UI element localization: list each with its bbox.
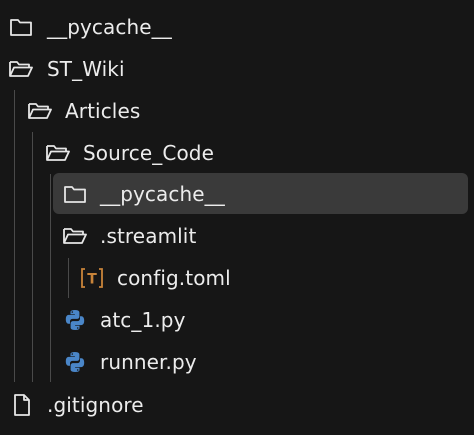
tree-item-articles[interactable]: Articles: [0, 90, 474, 132]
folder-open-icon: [7, 48, 35, 90]
tree-item-atc-1-py[interactable]: atc_1.py: [0, 299, 474, 341]
folder-closed-icon: [61, 173, 89, 215]
tree-item-label: config.toml: [117, 266, 231, 290]
tree-item-config-toml[interactable]: T config.toml: [0, 257, 474, 299]
file-icon: [8, 384, 36, 426]
folder-open-icon: [44, 132, 72, 174]
folder-open-icon: [61, 215, 89, 257]
tree-item-label: __pycache__: [100, 182, 225, 206]
python-file-icon: [61, 341, 89, 383]
tree-item-label: atc_1.py: [100, 308, 186, 332]
tree-item-label: Articles: [65, 99, 141, 123]
tree-item-label: .streamlit: [100, 224, 197, 248]
tree-item-pycache-selected[interactable]: __pycache__: [0, 173, 474, 215]
file-explorer-tree: __pycache__ ST_Wiki Articles Source_Code…: [0, 0, 474, 435]
toml-file-icon: T: [78, 257, 106, 299]
tree-item-label: ST_Wiki: [47, 57, 125, 81]
tree-item-label: Source_Code: [83, 141, 214, 165]
tree-item-gitignore[interactable]: .gitignore: [0, 384, 474, 426]
tree-item-streamlit[interactable]: .streamlit: [0, 215, 474, 257]
folder-closed-icon: [7, 6, 35, 48]
python-file-icon: [61, 299, 89, 341]
tree-item-label: __pycache__: [47, 15, 172, 39]
toml-icon-letter: T: [87, 272, 97, 288]
tree-item-st-wiki[interactable]: ST_Wiki: [0, 48, 474, 90]
tree-item-source-code[interactable]: Source_Code: [0, 132, 474, 174]
folder-open-icon: [26, 90, 54, 132]
tree-item-label: runner.py: [100, 350, 197, 374]
tree-item-runner-py[interactable]: runner.py: [0, 341, 474, 383]
tree-item-label: .gitignore: [47, 393, 144, 417]
tree-item-pycache[interactable]: __pycache__: [0, 6, 474, 48]
